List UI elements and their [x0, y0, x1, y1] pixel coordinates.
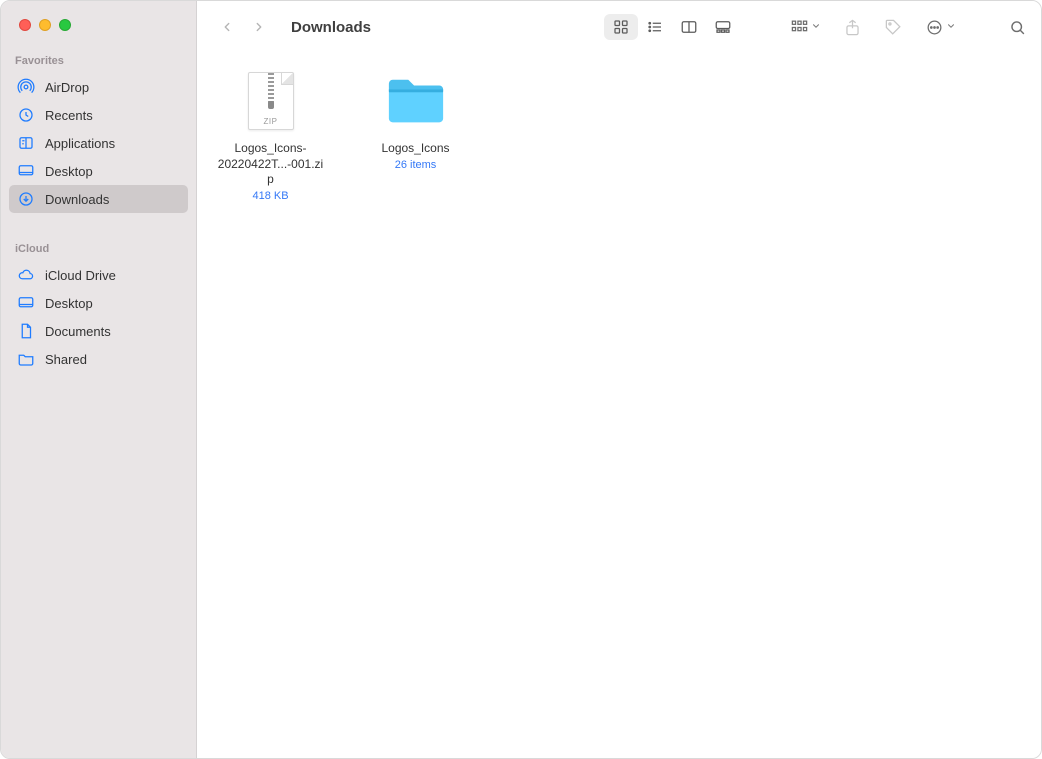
sidebar-item-label: iCloud Drive [45, 268, 116, 283]
chevron-down-icon [946, 18, 956, 36]
zip-icon: ZIP [235, 65, 307, 137]
sidebar: Favorites AirDrop Recents [1, 1, 197, 758]
window-controls [1, 19, 196, 31]
view-columns-button[interactable] [672, 14, 706, 40]
sidebar-item-label: Documents [45, 324, 111, 339]
sidebar-section-favorites: Favorites AirDrop Recents [1, 55, 196, 213]
actions-button[interactable] [925, 18, 956, 37]
file-name: Logos_Icons [381, 141, 449, 157]
shared-folder-icon [17, 350, 35, 368]
nav-back-button[interactable] [215, 15, 239, 39]
file-name: Logos_Icons-20220422T...-001.zip [216, 141, 326, 188]
sidebar-item-desktop[interactable]: Desktop [9, 157, 188, 185]
search-button[interactable] [1008, 18, 1027, 37]
sidebar-item-shared[interactable]: Shared [9, 345, 188, 373]
share-button[interactable] [843, 18, 862, 37]
sidebar-item-label: Downloads [45, 192, 109, 207]
download-icon [17, 190, 35, 208]
sidebar-section-title: iCloud [1, 243, 196, 261]
view-gallery-button[interactable] [706, 14, 740, 40]
close-button[interactable] [19, 19, 31, 31]
file-grid[interactable]: ZIP Logos_Icons-20220422T...-001.zip 418… [197, 53, 1041, 758]
ellipsis-circle-icon [925, 18, 944, 37]
desktop-icon [17, 162, 35, 180]
sidebar-item-label: Recents [45, 108, 93, 123]
page-title: Downloads [291, 19, 371, 36]
group-by-button[interactable] [790, 18, 821, 37]
sidebar-section-title: Favorites [1, 55, 196, 73]
sidebar-item-icloud-desktop[interactable]: Desktop [9, 289, 188, 317]
sidebar-item-label: Desktop [45, 164, 93, 179]
folder-icon [380, 65, 452, 137]
sidebar-item-label: Desktop [45, 296, 93, 311]
view-icons-button[interactable] [604, 14, 638, 40]
sidebar-section-icloud: iCloud iCloud Drive Desktop [1, 243, 196, 373]
grid-group-icon [790, 18, 809, 37]
document-icon [17, 322, 35, 340]
nav-forward-button[interactable] [247, 15, 271, 39]
file-item-zip[interactable]: ZIP Logos_Icons-20220422T...-001.zip 418… [213, 65, 328, 202]
maximize-button[interactable] [59, 19, 71, 31]
finder-window: Favorites AirDrop Recents [0, 0, 1042, 759]
sidebar-item-downloads[interactable]: Downloads [9, 185, 188, 213]
tags-button[interactable] [884, 18, 903, 37]
view-list-button[interactable] [638, 14, 672, 40]
sidebar-item-label: Applications [45, 136, 115, 151]
file-meta: 26 items [395, 159, 437, 171]
sidebar-item-icloud-drive[interactable]: iCloud Drive [9, 261, 188, 289]
sidebar-item-label: Shared [45, 352, 87, 367]
desktop-icon [17, 294, 35, 312]
minimize-button[interactable] [39, 19, 51, 31]
view-switch [604, 14, 740, 40]
sidebar-item-documents[interactable]: Documents [9, 317, 188, 345]
file-item-folder[interactable]: Logos_Icons 26 items [358, 65, 473, 171]
chevron-down-icon [811, 18, 821, 36]
main-area: Downloads [197, 1, 1041, 758]
file-meta: 418 KB [252, 190, 288, 202]
airdrop-icon [17, 78, 35, 96]
toolbar: Downloads [197, 1, 1041, 53]
clock-icon [17, 106, 35, 124]
apps-icon [17, 134, 35, 152]
sidebar-item-label: AirDrop [45, 80, 89, 95]
zip-extension-label: ZIP [264, 117, 278, 126]
sidebar-item-applications[interactable]: Applications [9, 129, 188, 157]
sidebar-item-recents[interactable]: Recents [9, 101, 188, 129]
sidebar-item-airdrop[interactable]: AirDrop [9, 73, 188, 101]
cloud-icon [17, 266, 35, 284]
